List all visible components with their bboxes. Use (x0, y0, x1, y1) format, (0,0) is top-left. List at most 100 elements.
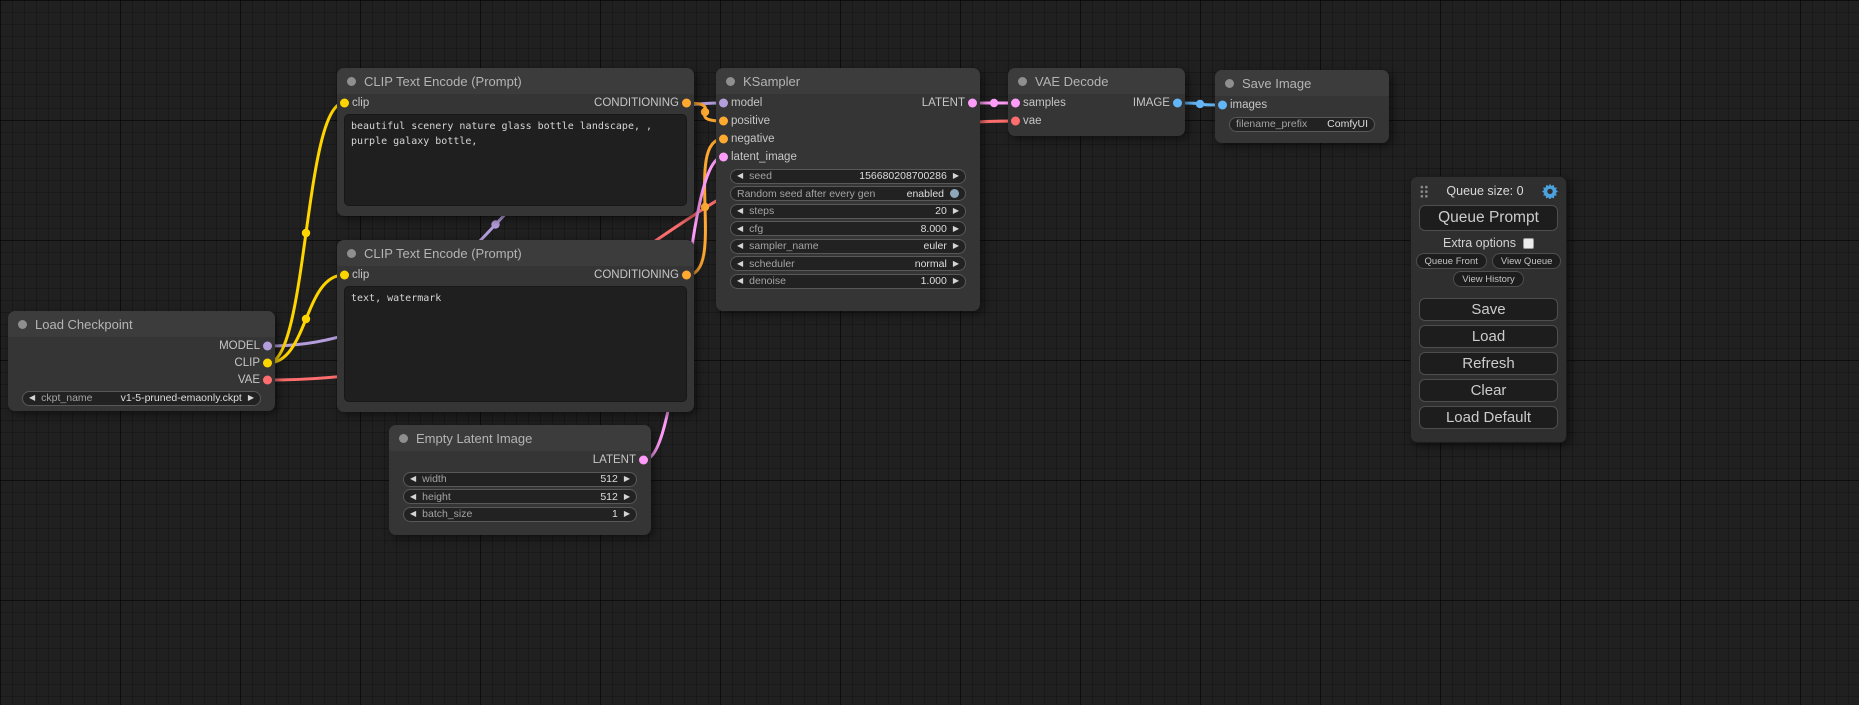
batch-size-widget[interactable]: ◀ batch_size 1 ▶ (403, 507, 637, 522)
increment-arrow-icon[interactable]: ▶ (953, 277, 959, 285)
node-title-bar[interactable]: Empty Latent Image (389, 425, 651, 451)
clip-input-port[interactable] (340, 99, 349, 108)
load-button[interactable]: Load (1419, 325, 1558, 348)
node-clip-text-encode-negative[interactable]: CLIP Text Encode (Prompt) clip CONDITION… (337, 240, 694, 412)
output-slot-clip: CLIP (8, 354, 275, 371)
decrement-arrow-icon[interactable]: ◀ (410, 475, 416, 483)
node-vae-decode[interactable]: VAE Decode samples IMAGE vae (1008, 68, 1185, 136)
queue-menu-panel: Queue size: 0 Queue Prompt Extra options… (1410, 176, 1567, 443)
next-value-arrow-icon[interactable]: ▶ (953, 260, 959, 268)
refresh-button[interactable]: Refresh (1419, 352, 1558, 375)
node-title-bar[interactable]: KSampler (716, 68, 980, 94)
node-ksampler[interactable]: KSampler model LATENT positive negative … (716, 68, 980, 311)
positive-input-port[interactable] (719, 117, 728, 126)
increment-arrow-icon[interactable]: ▶ (953, 225, 959, 233)
collapse-dot-icon[interactable] (1225, 79, 1234, 88)
node-save-image[interactable]: Save Image images filename_prefix ComfyU… (1215, 70, 1389, 143)
prev-value-arrow-icon[interactable]: ◀ (29, 394, 35, 402)
decrement-arrow-icon[interactable]: ◀ (737, 277, 743, 285)
queue-prompt-button[interactable]: Queue Prompt (1419, 205, 1558, 231)
decrement-arrow-icon[interactable]: ◀ (410, 493, 416, 501)
graph-canvas[interactable]: Load Checkpoint MODEL CLIP VAE ◀ ckpt_na… (0, 0, 1859, 705)
link-midpoint-dot (302, 229, 310, 237)
view-queue-button[interactable]: View Queue (1492, 253, 1562, 269)
cfg-widget[interactable]: ◀ cfg 8.000 ▶ (730, 221, 966, 236)
negative-prompt-textarea[interactable]: text, watermark (344, 286, 687, 402)
save-button[interactable]: Save (1419, 298, 1558, 321)
latent-output-port[interactable] (639, 456, 648, 465)
vae-output-port[interactable] (263, 375, 272, 384)
input-slot-vae: vae (1008, 112, 1185, 130)
extra-options-checkbox[interactable] (1523, 238, 1534, 249)
next-value-arrow-icon[interactable]: ▶ (953, 242, 959, 250)
denoise-widget[interactable]: ◀ denoise 1.000 ▶ (730, 274, 966, 289)
next-value-arrow-icon[interactable]: ▶ (248, 394, 254, 402)
image-output-port[interactable] (1173, 99, 1182, 108)
node-clip-text-encode-positive[interactable]: CLIP Text Encode (Prompt) clip CONDITION… (337, 68, 694, 216)
node-title-bar[interactable]: Save Image (1215, 70, 1389, 96)
clip-output-port[interactable] (263, 358, 272, 367)
ckpt-name-widget[interactable]: ◀ ckpt_name v1-5-pruned-emaonly.ckpt ▶ (22, 391, 261, 406)
view-history-button[interactable]: View History (1453, 271, 1524, 287)
node-empty-latent-image[interactable]: Empty Latent Image LATENT ◀ width 512 ▶ … (389, 425, 651, 535)
settings-gear-icon[interactable] (1542, 183, 1558, 199)
model-input-port[interactable] (719, 99, 728, 108)
node-title-bar[interactable]: CLIP Text Encode (Prompt) (337, 68, 694, 94)
collapse-dot-icon[interactable] (726, 77, 735, 86)
conditioning-output-port[interactable] (682, 271, 691, 280)
queue-front-button[interactable]: Queue Front (1416, 253, 1487, 269)
collapse-dot-icon[interactable] (1018, 77, 1027, 86)
filename-prefix-widget[interactable]: filename_prefix ComfyUI (1229, 117, 1375, 132)
increment-arrow-icon[interactable]: ▶ (953, 207, 959, 215)
collapse-dot-icon[interactable] (399, 434, 408, 443)
latent-image-input-port[interactable] (719, 153, 728, 162)
sampler-name-widget[interactable]: ◀ sampler_name euler ▶ (730, 239, 966, 254)
conditioning-output-port[interactable] (682, 99, 691, 108)
extra-options-label: Extra options (1443, 236, 1516, 250)
collapse-dot-icon[interactable] (347, 249, 356, 258)
positive-prompt-textarea[interactable]: beautiful scenery nature glass bottle la… (344, 114, 687, 206)
collapse-dot-icon[interactable] (18, 320, 27, 329)
seed-widget[interactable]: ◀ seed 156680208700286 ▶ (730, 169, 966, 184)
decrement-arrow-icon[interactable]: ◀ (410, 510, 416, 518)
output-slot-latent: LATENT (389, 451, 651, 469)
slot-row-clip-conditioning: clip CONDITIONING (337, 266, 694, 284)
increment-arrow-icon[interactable]: ▶ (624, 475, 630, 483)
negative-input-port[interactable] (719, 135, 728, 144)
node-title: Save Image (1242, 76, 1311, 91)
input-slot-positive: positive (716, 112, 980, 130)
node-title-bar[interactable]: CLIP Text Encode (Prompt) (337, 240, 694, 266)
increment-arrow-icon[interactable]: ▶ (624, 493, 630, 501)
prev-value-arrow-icon[interactable]: ◀ (737, 260, 743, 268)
collapse-dot-icon[interactable] (347, 77, 356, 86)
images-input-port[interactable] (1218, 101, 1227, 110)
node-title-bar[interactable]: Load Checkpoint (8, 311, 275, 337)
link-midpoint-dot (701, 108, 709, 116)
toggle-on-indicator-icon[interactable] (950, 189, 959, 198)
load-default-button[interactable]: Load Default (1419, 406, 1558, 429)
increment-arrow-icon[interactable]: ▶ (953, 172, 959, 180)
node-title: CLIP Text Encode (Prompt) (364, 74, 522, 89)
height-widget[interactable]: ◀ height 512 ▶ (403, 489, 637, 504)
node-load-checkpoint[interactable]: Load Checkpoint MODEL CLIP VAE ◀ ckpt_na… (8, 311, 275, 411)
latent-output-port[interactable] (968, 99, 977, 108)
link-midpoint-dot (302, 315, 310, 323)
prev-value-arrow-icon[interactable]: ◀ (737, 242, 743, 250)
decrement-arrow-icon[interactable]: ◀ (737, 225, 743, 233)
vae-input-port[interactable] (1011, 117, 1020, 126)
decrement-arrow-icon[interactable]: ◀ (737, 172, 743, 180)
drag-handle-icon[interactable] (1419, 184, 1428, 198)
scheduler-widget[interactable]: ◀ scheduler normal ▶ (730, 256, 966, 271)
width-widget[interactable]: ◀ width 512 ▶ (403, 472, 637, 487)
steps-widget[interactable]: ◀ steps 20 ▶ (730, 204, 966, 219)
node-title-bar[interactable]: VAE Decode (1008, 68, 1185, 94)
random-seed-toggle-widget[interactable]: Random seed after every gen enabled (730, 186, 966, 201)
model-output-port[interactable] (263, 341, 272, 350)
clip-input-port[interactable] (340, 271, 349, 280)
increment-arrow-icon[interactable]: ▶ (624, 510, 630, 518)
samples-input-port[interactable] (1011, 99, 1020, 108)
decrement-arrow-icon[interactable]: ◀ (737, 207, 743, 215)
node-title: Empty Latent Image (416, 431, 532, 446)
clear-button[interactable]: Clear (1419, 379, 1558, 402)
output-slot-vae: VAE (8, 371, 275, 388)
